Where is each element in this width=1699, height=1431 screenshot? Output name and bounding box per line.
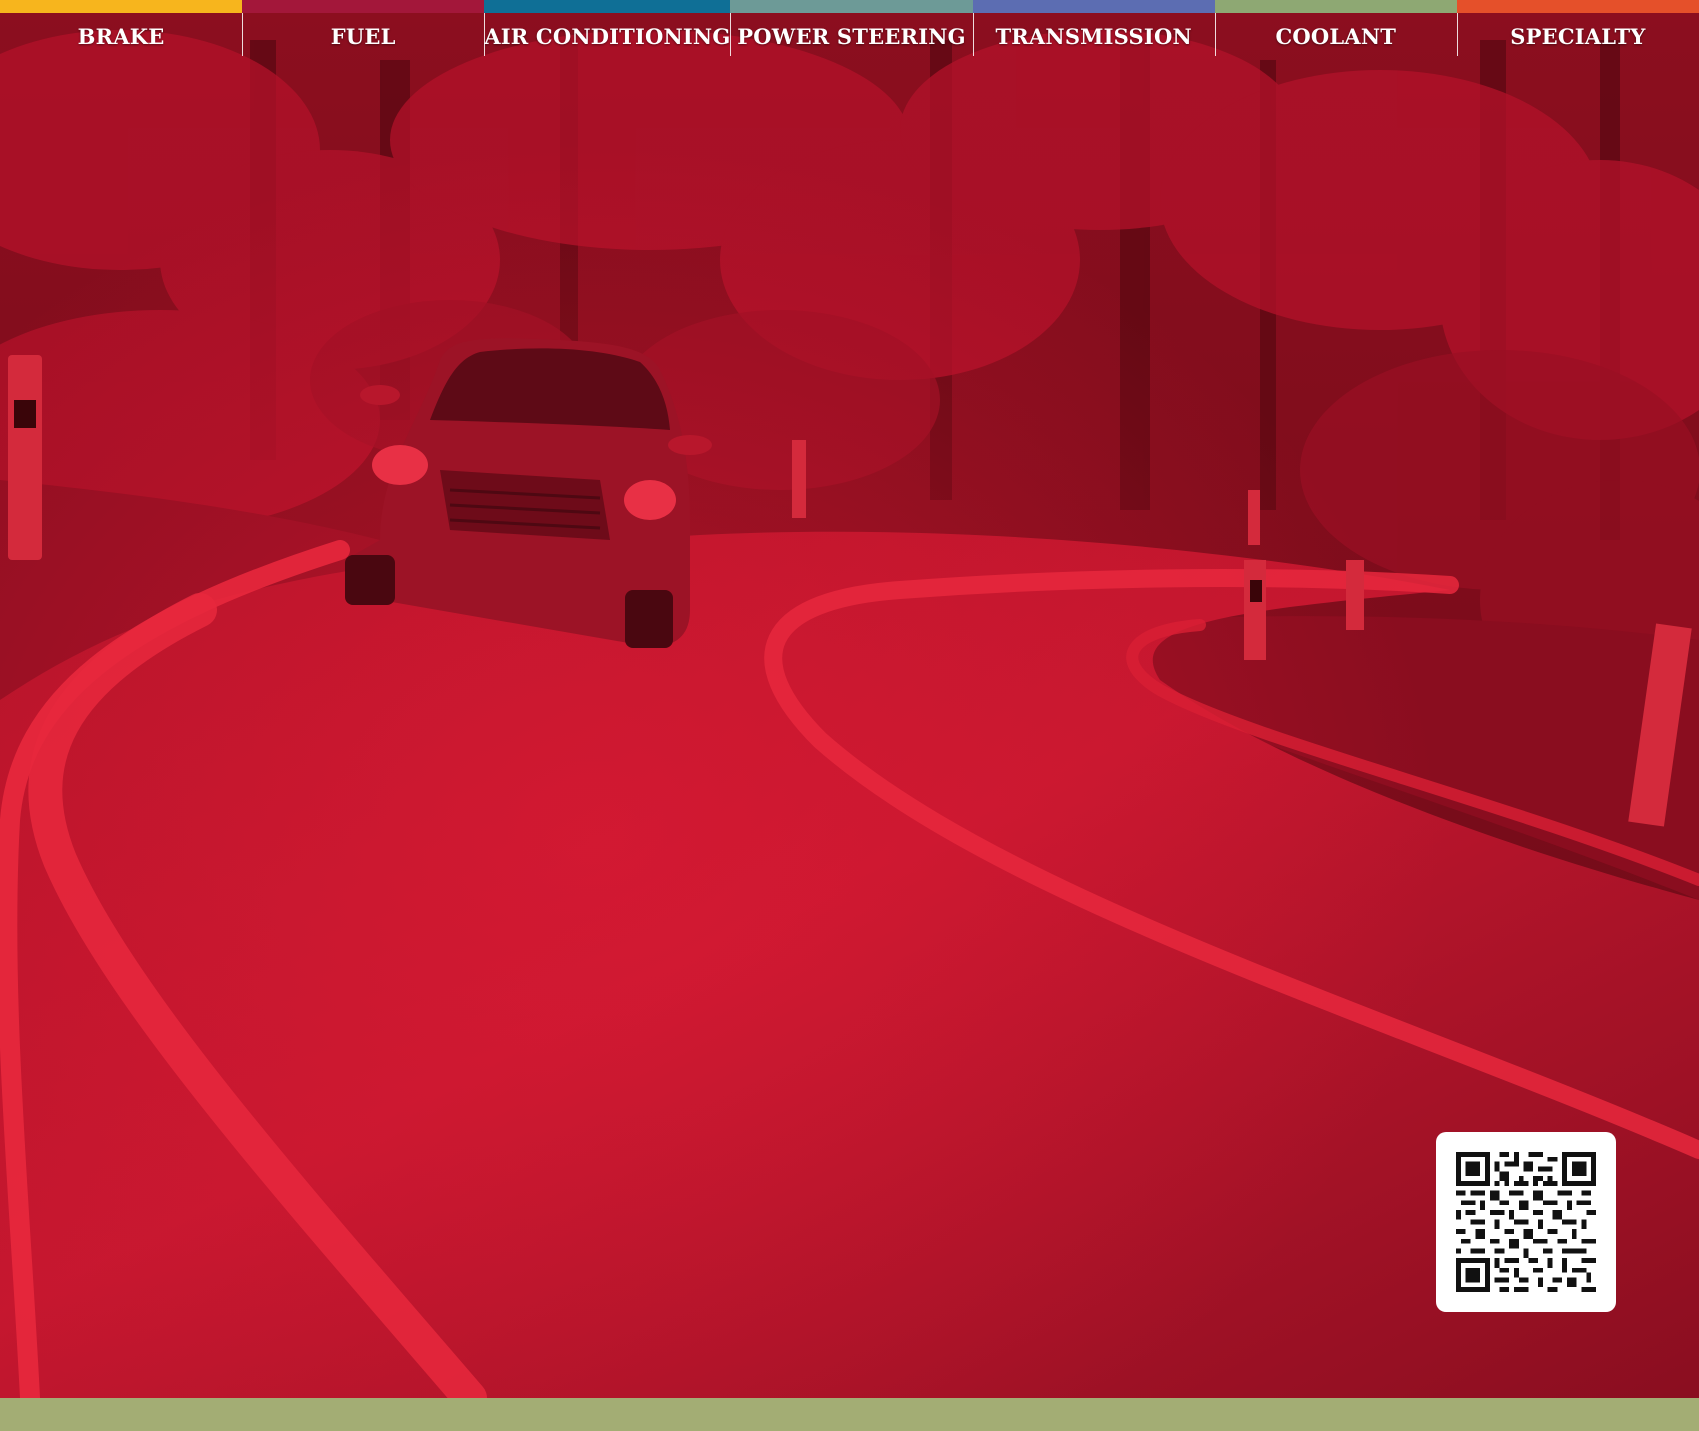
tab-divider: [1214, 13, 1216, 56]
tab-color-bar: [1456, 0, 1699, 13]
tab-brake[interactable]: BRAKE: [0, 0, 243, 56]
tab-fuel[interactable]: FUEL: [242, 0, 485, 56]
category-nav: BRAKE FUEL AIR CONDITIONING POWER STEERI…: [0, 0, 1699, 56]
qr-code-icon: [1456, 1152, 1596, 1292]
tab-color-bar: [972, 0, 1215, 13]
tab-label: FUEL: [330, 24, 396, 49]
tab-label: BRAKE: [77, 24, 165, 49]
tab-label: SPECIALTY: [1510, 24, 1646, 49]
tab-specialty[interactable]: SPECIALTY: [1456, 0, 1699, 56]
tab-color-bar: [242, 0, 485, 13]
tab-color-bar: [730, 0, 973, 13]
tab-label: TRANSMISSION: [995, 24, 1192, 49]
tab-label: AIR CONDITIONING: [484, 24, 731, 49]
tab-coolant[interactable]: COOLANT: [1214, 0, 1457, 56]
tab-transmission[interactable]: TRANSMISSION: [972, 0, 1215, 56]
qr-code-card[interactable]: [1436, 1132, 1616, 1312]
tab-divider: [484, 13, 486, 56]
tab-label: COOLANT: [1275, 24, 1397, 49]
tab-color-bar: [484, 0, 731, 13]
tab-color-bar: [1214, 0, 1457, 13]
tab-power-steering[interactable]: POWER STEERING: [730, 0, 973, 56]
tab-color-bar: [0, 0, 243, 13]
footer-bar: [0, 1398, 1699, 1431]
tab-air-conditioning[interactable]: AIR CONDITIONING: [484, 0, 731, 56]
tab-divider: [1456, 13, 1458, 56]
tab-label: POWER STEERING: [737, 24, 966, 49]
tab-divider: [242, 13, 244, 56]
tab-divider: [972, 13, 974, 56]
tab-divider: [730, 13, 732, 56]
